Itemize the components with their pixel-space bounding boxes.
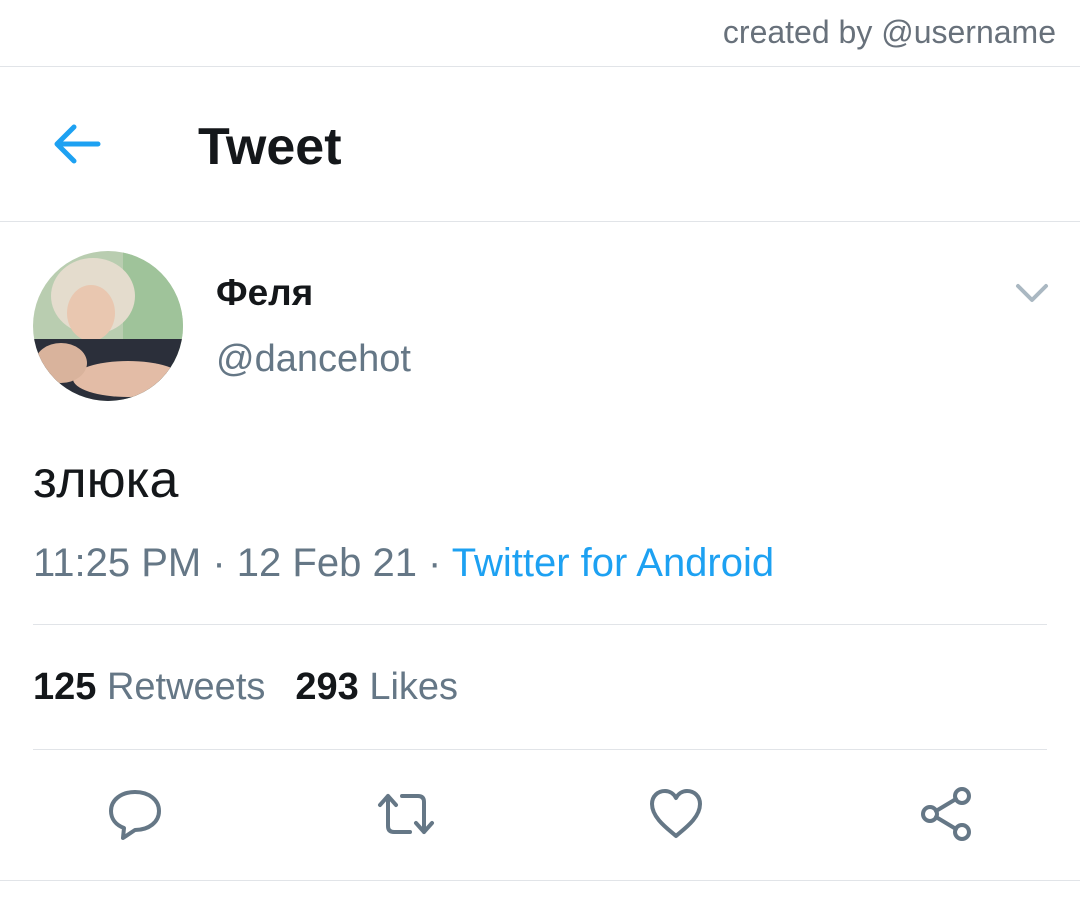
tweet-meta: 11:25 PM · 12 Feb 21 · Twitter for Andro… xyxy=(33,541,774,586)
share-button[interactable] xyxy=(918,786,974,842)
tweet-text: злюка xyxy=(33,451,179,509)
chevron-down-icon xyxy=(1016,284,1048,302)
tweet-header: Tweet xyxy=(0,67,1080,222)
tweet-stats: 125 Retweets 293 Likes xyxy=(33,666,458,709)
like-button[interactable] xyxy=(648,786,704,842)
retweets-stat[interactable]: 125 Retweets xyxy=(33,666,265,708)
likes-stat[interactable]: 293 Likes xyxy=(295,666,458,708)
likes-count: 293 xyxy=(295,666,359,708)
meta-separator: · xyxy=(201,541,237,585)
likes-label: Likes xyxy=(369,666,459,708)
credit-text: created by @username xyxy=(722,14,1056,50)
back-button[interactable] xyxy=(48,119,104,169)
author-name[interactable]: Феля xyxy=(216,272,313,314)
meta-separator: · xyxy=(416,541,452,585)
page-title: Tweet xyxy=(198,118,342,176)
retweet-icon xyxy=(378,794,434,834)
author-handle[interactable]: @dancehot xyxy=(216,338,411,381)
credit-bar: created by @username xyxy=(0,0,1080,67)
share-icon xyxy=(921,787,971,841)
retweets-count: 125 xyxy=(33,666,97,708)
tweet-source-link[interactable]: Twitter for Android xyxy=(452,541,774,585)
speech-bubble-icon xyxy=(109,790,161,840)
reply-button[interactable] xyxy=(107,786,163,842)
arrow-left-icon xyxy=(54,124,101,164)
divider xyxy=(0,880,1080,881)
tweet-date: 12 Feb 21 xyxy=(236,541,417,585)
divider xyxy=(33,624,1047,625)
tweet-options-button[interactable] xyxy=(1012,276,1052,310)
divider xyxy=(33,749,1047,750)
avatar-image xyxy=(33,251,183,401)
retweet-button[interactable] xyxy=(376,786,434,842)
tweet-time: 11:25 PM xyxy=(33,541,202,585)
heart-icon xyxy=(650,789,702,838)
retweets-label: Retweets xyxy=(106,666,266,708)
avatar[interactable] xyxy=(33,251,183,401)
